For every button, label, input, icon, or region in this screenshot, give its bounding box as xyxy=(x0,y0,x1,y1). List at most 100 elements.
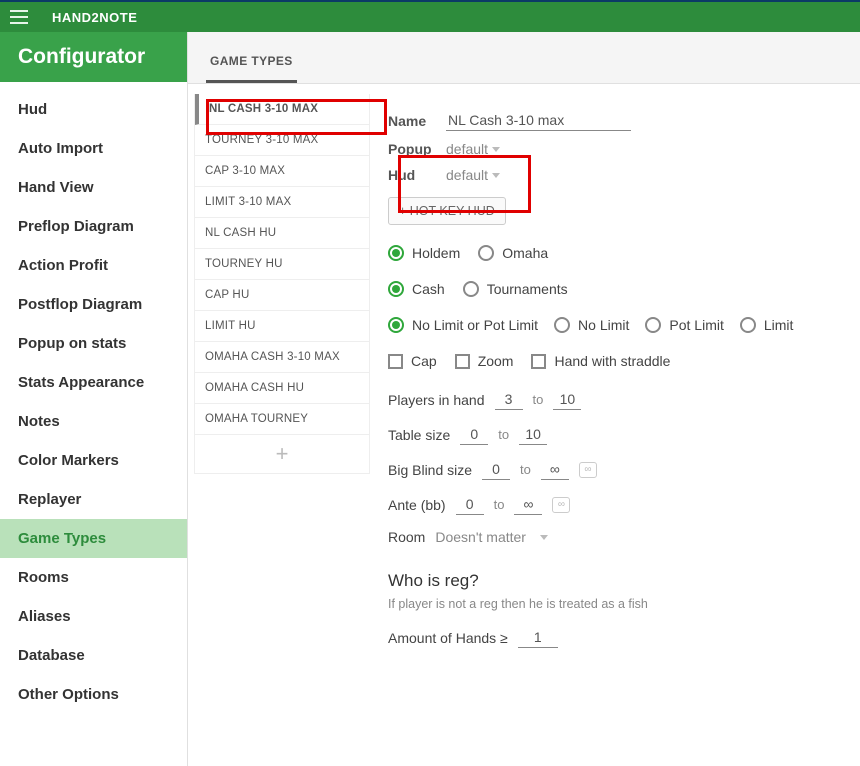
game-type-item[interactable]: LIMIT HU xyxy=(195,311,369,342)
radio-option[interactable]: Tournaments xyxy=(463,281,568,297)
radio-label: No Limit or Pot Limit xyxy=(412,317,538,333)
checkbox-label: Hand with straddle xyxy=(554,353,670,369)
name-input[interactable] xyxy=(446,110,631,131)
infinity-icon[interactable]: ∞ xyxy=(552,497,570,513)
sidebar-title: Configurator xyxy=(0,32,187,82)
checkbox-icon xyxy=(531,354,546,369)
reg-heading: Who is reg? xyxy=(388,571,842,591)
checkbox-icon xyxy=(388,354,403,369)
infinity-icon[interactable]: ∞ xyxy=(579,462,597,478)
popup-value[interactable]: default xyxy=(446,141,488,157)
radio-option[interactable]: Pot Limit xyxy=(645,317,723,333)
radio-icon xyxy=(645,317,661,333)
game-type-item[interactable]: TOURNEY 3-10 MAX xyxy=(195,125,369,156)
game-type-item[interactable]: CAP 3-10 MAX xyxy=(195,156,369,187)
players-to[interactable] xyxy=(553,389,581,410)
sidebar-item[interactable]: Rooms xyxy=(0,558,187,597)
top-bar: HAND2NOTE xyxy=(0,0,860,32)
format-row: Cash Tournaments xyxy=(388,281,842,297)
radio-option[interactable]: No Limit xyxy=(554,317,629,333)
game-type-item[interactable]: OMAHA TOURNEY xyxy=(195,404,369,435)
game-variant-row: Holdem Omaha xyxy=(388,245,842,261)
caret-icon[interactable] xyxy=(492,173,500,178)
amount-line: Amount of Hands ≥ xyxy=(388,627,842,648)
radio-icon xyxy=(388,245,404,261)
caret-icon[interactable] xyxy=(540,535,548,540)
hud-value[interactable]: default xyxy=(446,167,488,183)
sidebar-item[interactable]: Aliases xyxy=(0,597,187,636)
game-type-item[interactable]: LIMIT 3-10 MAX xyxy=(195,187,369,218)
sidebar-item[interactable]: Database xyxy=(0,636,187,675)
checkbox-label: Cap xyxy=(411,353,437,369)
sidebar-item[interactable]: Popup on stats xyxy=(0,324,187,363)
sidebar-item[interactable]: Game Types xyxy=(0,519,187,558)
sidebar-item[interactable]: Stats Appearance xyxy=(0,363,187,402)
tablesize-from[interactable] xyxy=(460,424,488,445)
radio-icon xyxy=(478,245,494,261)
bb-line: Big Blind size to ∞ xyxy=(388,459,842,480)
radio-label: Pot Limit xyxy=(669,317,723,333)
radio-icon xyxy=(554,317,570,333)
room-value[interactable]: Doesn't matter xyxy=(435,529,526,545)
amount-label: Amount of Hands ≥ xyxy=(388,630,508,646)
popup-label: Popup xyxy=(388,141,432,157)
game-type-item[interactable]: NL CASH 3-10 MAX xyxy=(195,94,369,125)
game-type-item[interactable]: CAP HU xyxy=(195,280,369,311)
sidebar-item[interactable]: Postflop Diagram xyxy=(0,285,187,324)
caret-icon[interactable] xyxy=(492,147,500,152)
name-label: Name xyxy=(388,113,432,129)
radio-option[interactable]: No Limit or Pot Limit xyxy=(388,317,538,333)
radio-label: Omaha xyxy=(502,245,548,261)
amount-input[interactable] xyxy=(518,627,558,648)
hotkey-hud-button[interactable]: + HOT KEY HUD xyxy=(388,197,506,225)
bb-label: Big Blind size xyxy=(388,462,472,478)
ante-label: Ante (bb) xyxy=(388,497,446,513)
players-from[interactable] xyxy=(495,389,523,410)
checkbox-option[interactable]: Zoom xyxy=(455,353,514,369)
sidebar-item[interactable]: Color Markers xyxy=(0,441,187,480)
radio-label: No Limit xyxy=(578,317,629,333)
radio-option[interactable]: Cash xyxy=(388,281,445,297)
add-game-type-button[interactable]: + xyxy=(195,435,369,473)
radio-label: Limit xyxy=(764,317,794,333)
to-label: to xyxy=(533,392,544,407)
radio-label: Holdem xyxy=(412,245,460,261)
radio-option[interactable]: Limit xyxy=(740,317,794,333)
game-type-item[interactable]: OMAHA CASH 3-10 MAX xyxy=(195,342,369,373)
radio-option[interactable]: Omaha xyxy=(478,245,548,261)
ante-from[interactable] xyxy=(456,494,484,515)
sidebar-item[interactable]: Preflop Diagram xyxy=(0,207,187,246)
checkbox-option[interactable]: Cap xyxy=(388,353,437,369)
radio-label: Tournaments xyxy=(487,281,568,297)
players-line: Players in hand to xyxy=(388,389,842,410)
tab-game-types[interactable]: GAME TYPES xyxy=(206,44,297,83)
bb-from[interactable] xyxy=(482,459,510,480)
ante-to[interactable] xyxy=(514,494,542,515)
tablesize-label: Table size xyxy=(388,427,450,443)
game-type-item[interactable]: TOURNEY HU xyxy=(195,249,369,280)
checkbox-label: Zoom xyxy=(478,353,514,369)
sidebar-item[interactable]: Other Options xyxy=(0,675,187,714)
flags-row: Cap Zoom Hand with straddle xyxy=(388,353,842,369)
sidebar-item[interactable]: Action Profit xyxy=(0,246,187,285)
sidebar-item[interactable]: Notes xyxy=(0,402,187,441)
radio-option[interactable]: Holdem xyxy=(388,245,460,261)
sidebar-item[interactable]: Hud xyxy=(0,90,187,129)
sidebar-item[interactable]: Auto Import xyxy=(0,129,187,168)
reg-hint: If player is not a reg then he is treate… xyxy=(388,597,842,611)
room-label: Room xyxy=(388,529,425,545)
menu-icon[interactable] xyxy=(10,10,28,24)
checkbox-icon xyxy=(455,354,470,369)
players-label: Players in hand xyxy=(388,392,485,408)
checkbox-option[interactable]: Hand with straddle xyxy=(531,353,670,369)
game-type-item[interactable]: OMAHA CASH HU xyxy=(195,373,369,404)
tablesize-line: Table size to xyxy=(388,424,842,445)
room-line: Room Doesn't matter xyxy=(388,529,842,545)
sidebar-item[interactable]: Replayer xyxy=(0,480,187,519)
game-type-item[interactable]: NL CASH HU xyxy=(195,218,369,249)
app-name: HAND2NOTE xyxy=(52,10,137,25)
bb-to[interactable] xyxy=(541,459,569,480)
tablesize-to[interactable] xyxy=(519,424,547,445)
sidebar-item[interactable]: Hand View xyxy=(0,168,187,207)
detail-panel: Name Popup default Hud default + HOT KEY… xyxy=(370,84,860,766)
